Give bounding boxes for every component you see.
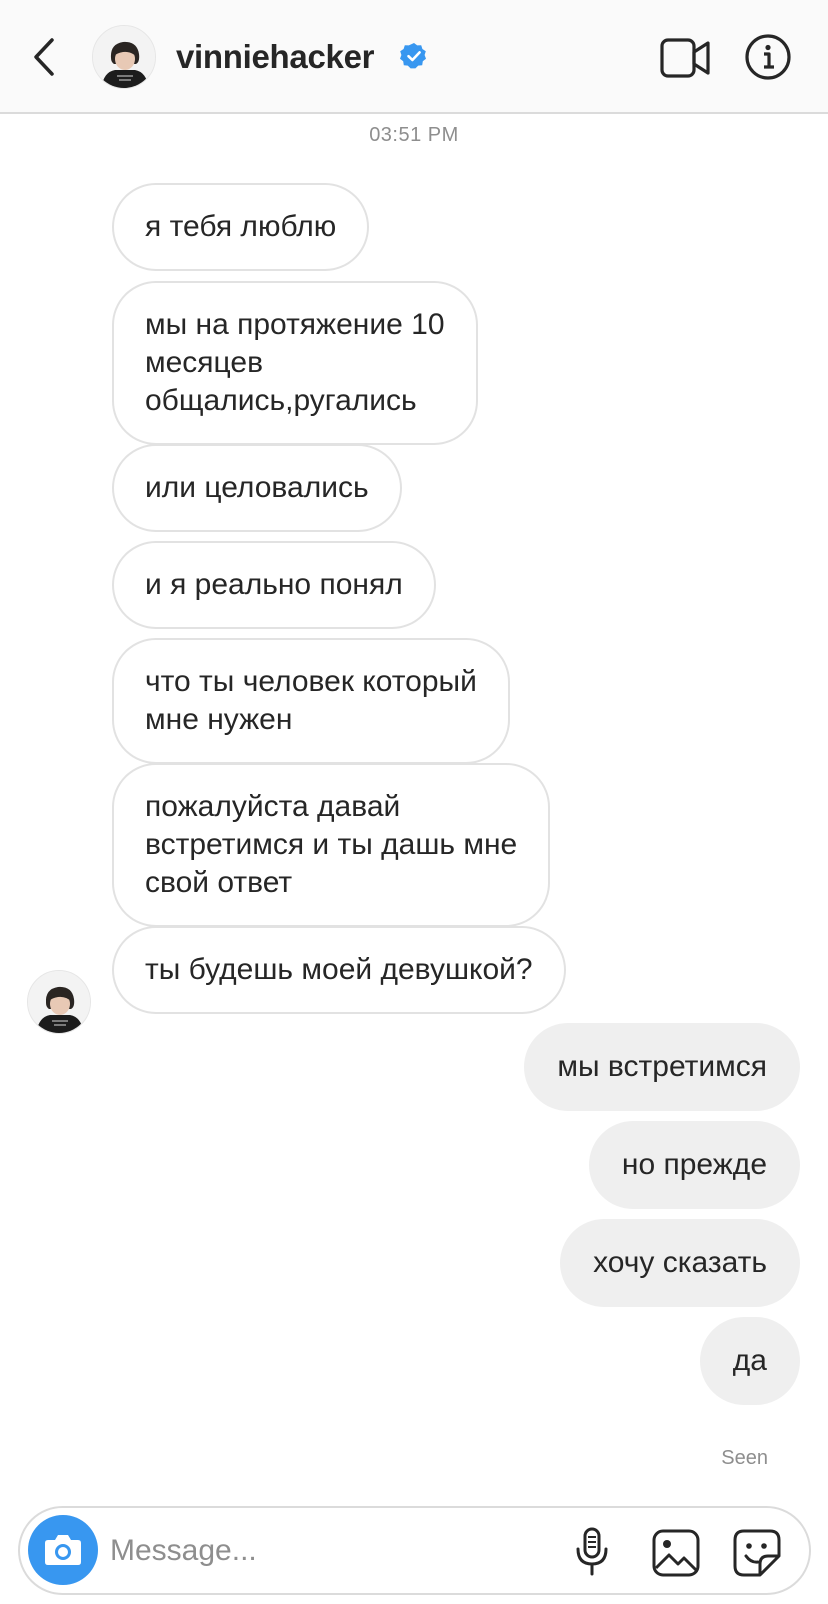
incoming-message[interactable]: что ты человек который мне нужен bbox=[112, 638, 510, 764]
gallery-icon bbox=[652, 1529, 700, 1577]
sender-avatar[interactable] bbox=[27, 970, 91, 1034]
sticker-icon bbox=[733, 1529, 781, 1577]
video-call-button[interactable] bbox=[660, 36, 712, 80]
incoming-message[interactable]: и я реально понял bbox=[112, 541, 436, 629]
camera-icon bbox=[45, 1535, 81, 1565]
incoming-message[interactable]: или целовались bbox=[112, 444, 402, 532]
camera-button[interactable] bbox=[28, 1515, 98, 1585]
sticker-button[interactable] bbox=[732, 1528, 782, 1578]
info-button[interactable] bbox=[743, 32, 793, 82]
incoming-message[interactable]: пожалуйста давай встретимся и ты дашь мн… bbox=[112, 763, 551, 927]
outgoing-message[interactable]: да bbox=[699, 1317, 800, 1405]
verified-badge-icon bbox=[400, 43, 426, 69]
outgoing-message[interactable]: мы встретимся bbox=[524, 1023, 800, 1111]
seen-receipt: Seen bbox=[721, 1447, 768, 1469]
message-input[interactable] bbox=[110, 1528, 470, 1574]
back-icon bbox=[34, 38, 54, 76]
chat-header: vinniehacker bbox=[0, 0, 828, 114]
back-button[interactable] bbox=[26, 32, 66, 82]
info-icon bbox=[745, 34, 791, 80]
incoming-message[interactable]: мы на протяжение 10 месяцев общались,руг… bbox=[112, 281, 478, 445]
chat-username[interactable]: vinniehacker bbox=[176, 38, 374, 76]
voice-message-button[interactable] bbox=[572, 1526, 612, 1578]
gallery-button[interactable] bbox=[651, 1528, 701, 1578]
message-composer bbox=[18, 1506, 811, 1595]
incoming-message[interactable]: я тебя люблю bbox=[112, 183, 370, 271]
outgoing-message[interactable]: хочу сказать bbox=[560, 1219, 800, 1307]
header-avatar[interactable] bbox=[92, 25, 156, 89]
direct-message-screen: vinniehacker 03:51 PM я тебя люблю мы на… bbox=[0, 0, 828, 1604]
microphone-icon bbox=[576, 1527, 608, 1576]
video-call-icon bbox=[660, 38, 710, 78]
message-timestamp: 03:51 PM bbox=[369, 124, 459, 146]
profile-photo-icon bbox=[28, 971, 90, 1033]
profile-photo-icon bbox=[93, 26, 155, 88]
outgoing-message[interactable]: но прежде bbox=[588, 1121, 800, 1209]
incoming-message[interactable]: ты будешь моей девушкой? bbox=[112, 926, 566, 1014]
